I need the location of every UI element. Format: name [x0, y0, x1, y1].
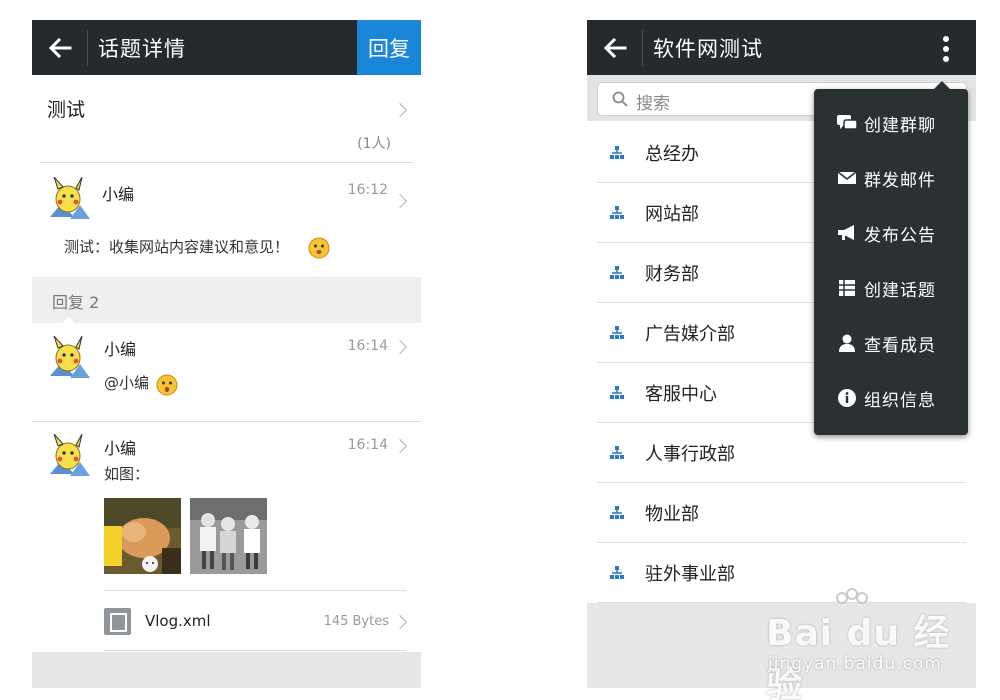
divider: [40, 162, 413, 163]
post-text: 测试：收集网站内容建议和意见！: [64, 238, 290, 256]
menu-item-create-group-chat[interactable]: 创建群聊: [814, 96, 968, 151]
author-name: 小编: [104, 439, 137, 458]
member-count: (1人): [357, 136, 391, 152]
org-tree-icon: [610, 326, 624, 339]
bar-divider: [87, 30, 88, 66]
org-tree-icon: [610, 386, 624, 399]
more-vertical-icon[interactable]: [942, 36, 950, 62]
menu-item-post-announcement[interactable]: 发布公告: [814, 206, 968, 261]
info-icon: [838, 389, 856, 407]
watermark-url: jingyan.baidu.com: [768, 654, 942, 674]
post-time: 16:12: [347, 182, 388, 198]
org-tree-icon: [610, 566, 624, 579]
bottom-area: [32, 652, 421, 688]
emoji-icon: [308, 237, 330, 259]
topic-header[interactable]: 测试 (1人): [32, 75, 421, 163]
divider: [104, 650, 406, 651]
menu-item-label: 创建话题: [864, 281, 936, 301]
photo-thumbnail-children[interactable]: [190, 498, 267, 574]
department-label: 驻外事业部: [645, 564, 735, 585]
page-title: 软件网测试: [653, 37, 763, 61]
reply-text: 如图：: [104, 465, 150, 483]
menu-item-create-topic[interactable]: 创建话题: [814, 261, 968, 316]
top-bar: 话题详情 回复: [32, 20, 421, 75]
department-label: 总经办: [645, 144, 699, 165]
envelope-icon: [837, 171, 857, 184]
department-label: 财务部: [645, 264, 699, 285]
person-icon: [839, 334, 855, 352]
menu-item-label: 创建群聊: [864, 116, 936, 136]
chat-bubbles-icon: [837, 115, 858, 130]
department-label: 物业部: [645, 504, 699, 525]
list-icon: [839, 280, 855, 296]
baidu-jingyan-watermark: Bai du 经验 jingyan.baidu.com: [766, 588, 986, 700]
back-arrow-icon[interactable]: [46, 34, 74, 62]
chevron-right-icon: [392, 193, 408, 209]
chevron-right-icon: [392, 614, 408, 630]
file-size: 145 Bytes: [323, 614, 389, 629]
chevron-right-icon: [392, 339, 408, 355]
reply-button[interactable]: 回复: [357, 20, 421, 75]
author-name: 小编: [104, 340, 137, 359]
photo-thumbnail-cat[interactable]: [104, 498, 181, 574]
back-arrow-icon[interactable]: [601, 34, 629, 62]
megaphone-icon: [838, 225, 854, 240]
department-label: 客服中心: [645, 384, 717, 405]
org-tree-icon: [610, 506, 624, 519]
file-icon: [104, 608, 131, 635]
search-icon: [612, 91, 628, 107]
org-tree-icon: [610, 206, 624, 219]
department-row[interactable]: 物业部: [597, 483, 966, 543]
menu-item-mass-email[interactable]: 群发邮件: [814, 151, 968, 206]
page-title: 话题详情: [98, 37, 186, 61]
divider: [32, 421, 421, 422]
org-tree-icon: [610, 266, 624, 279]
overflow-menu: 创建群聊 群发邮件 发布公告 创建话题 查看成员 组织信息: [814, 81, 968, 435]
menu-item-label: 组织信息: [864, 391, 936, 411]
chevron-right-icon: [392, 438, 408, 454]
reply-time: 16:14: [347, 437, 388, 453]
watermark-brand: Bai du 经验: [766, 613, 951, 700]
menu-item-organization-info[interactable]: 组织信息: [814, 371, 968, 426]
bar-divider: [642, 30, 643, 66]
department-label: 广告媒介部: [645, 324, 735, 345]
band-caret: [62, 317, 76, 324]
reply-time: 16:14: [347, 338, 388, 354]
department-label: 人事行政部: [645, 444, 735, 465]
reply-count-band: 回复 2: [32, 277, 421, 323]
org-tree-icon: [610, 446, 624, 459]
author-name: 小编: [102, 185, 135, 204]
avatar: [50, 434, 90, 476]
reply-count-label: 回复 2: [52, 293, 100, 312]
search-placeholder: 搜索: [636, 94, 670, 114]
chevron-right-icon: [392, 102, 408, 118]
menu-item-label: 查看成员: [864, 336, 936, 356]
file-name: Vlog.xml: [145, 612, 211, 630]
reply-text: @小编: [104, 374, 150, 392]
avatar: [50, 177, 90, 219]
emoji-icon: [156, 374, 178, 396]
department-label: 网站部: [645, 204, 699, 225]
menu-item-view-members[interactable]: 查看成员: [814, 316, 968, 371]
avatar: [50, 336, 90, 378]
menu-item-label: 发布公告: [864, 226, 936, 246]
divider: [104, 590, 406, 591]
topic-title: 测试: [47, 99, 86, 121]
top-bar: 软件网测试: [587, 20, 976, 75]
org-tree-icon: [610, 146, 624, 159]
topic-detail-screen: 话题详情 回复 测试 (1人) 小编 16:12 测试：收集网站内容建议和意见！: [32, 20, 421, 688]
menu-item-label: 群发邮件: [864, 171, 936, 191]
